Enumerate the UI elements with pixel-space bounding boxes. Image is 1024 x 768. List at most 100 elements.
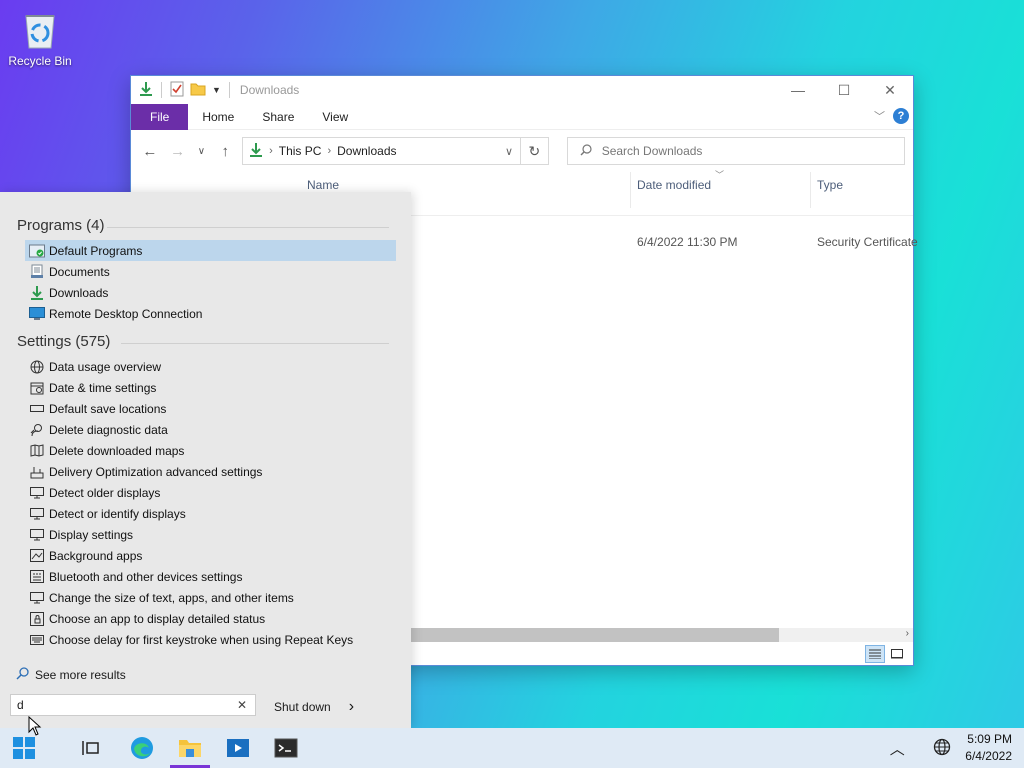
monitor-icon [28,506,45,521]
download-arrow-icon [139,81,153,100]
result-choose-app-detailed-status[interactable]: Choose an app to display detailed status [25,608,396,629]
recycle-bin-label: Recycle Bin [8,54,72,68]
back-button[interactable]: ← [139,143,161,160]
tab-home[interactable]: Home [188,104,248,130]
refresh-button[interactable]: ↻ [521,137,549,165]
start-search-input[interactable]: d ✕ [10,694,256,716]
result-background-apps[interactable]: Background apps [25,545,396,566]
details-view-button[interactable] [865,645,885,663]
remote-desktop-icon [28,306,45,321]
result-delivery-optimization[interactable]: Delivery Optimization advanced settings [25,461,396,482]
search-icon [16,667,29,683]
drive-icon [28,401,45,416]
result-repeat-keys-delay[interactable]: Choose delay for first keystroke when us… [25,629,396,650]
media-app-button[interactable] [214,728,262,768]
result-label: Remote Desktop Connection [49,306,203,321]
search-icon [580,143,592,159]
show-hidden-icons-chevron-icon[interactable]: ︿ [885,738,909,759]
recycle-bin-desktop-icon[interactable]: Recycle Bin [4,8,76,68]
group-divider [121,343,389,344]
result-default-programs[interactable]: Default Programs [25,240,396,261]
recent-locations-button[interactable]: ∨ [195,146,209,157]
search-downloads-input[interactable]: Search Downloads [566,137,905,165]
clock-time: 5:09 PM [967,732,1012,746]
task-view-button[interactable] [66,728,114,768]
see-more-results-link[interactable]: See more results [16,667,126,683]
clear-search-button[interactable]: ✕ [237,695,247,715]
result-downloads[interactable]: Downloads [25,282,396,303]
column-type[interactable]: Type [817,178,843,192]
result-delete-diagnostic-data[interactable]: Delete diagnostic data [25,419,396,440]
result-data-usage-overview[interactable]: Data usage overview [25,356,396,377]
result-remote-desktop-connection[interactable]: Remote Desktop Connection [25,303,396,324]
up-button[interactable]: ↑ [214,143,236,160]
downloads-icon [28,285,45,300]
window-title: Downloads [239,83,300,97]
horizontal-scrollbar[interactable]: › [401,628,913,642]
shut-down-label: Shut down [274,700,331,714]
download-arrow-icon [249,142,263,161]
scroll-right-arrow-icon[interactable]: › [906,628,909,639]
search-query-text: d [17,698,24,712]
file-date-modified[interactable]: 6/4/2022 11:30 PM [637,235,738,249]
result-detect-older-displays[interactable]: Detect older displays [25,482,396,503]
ribbon-tabs: File Home Share View ﹀ ? [131,103,913,130]
result-label: Change the size of text, apps, and other… [49,590,294,605]
edge-button[interactable] [118,728,166,768]
column-name[interactable]: Name [307,178,339,192]
search-placeholder: Search Downloads [601,144,703,158]
delivery-icon [28,464,45,479]
file-explorer-button[interactable] [166,728,214,768]
address-dropdown-icon[interactable]: ∨ [498,145,520,158]
edge-icon [131,737,153,759]
properties-icon[interactable] [170,81,184,100]
view-toggle [865,645,907,663]
expand-ribbon-icon[interactable]: ﹀ [874,108,885,124]
quick-access-toolbar: ▼ [139,81,232,100]
map-icon [28,443,45,458]
result-display-settings[interactable]: Display settings [25,524,396,545]
column-date-modified[interactable]: Date modified [637,178,711,192]
breadcrumb-this-pc[interactable]: This PC [279,144,322,158]
close-button[interactable]: ✕ [867,76,913,104]
result-date-time-settings[interactable]: Date & time settings [25,377,396,398]
result-label: Detect older displays [49,485,161,500]
tab-view[interactable]: View [308,104,362,130]
windows-logo-icon [13,737,35,759]
help-button[interactable]: ? [893,108,909,124]
column-divider[interactable] [810,172,811,208]
network-globe-icon[interactable] [933,738,951,759]
large-icons-view-button[interactable] [887,645,907,663]
file-type[interactable]: Security Certificate [817,235,918,249]
result-documents[interactable]: Documents [25,261,396,282]
terminal-button[interactable] [262,728,310,768]
result-change-text-size[interactable]: Change the size of text, apps, and other… [25,587,396,608]
breadcrumb-downloads[interactable]: Downloads [337,144,396,158]
shut-down-button[interactable]: Shut down › [274,698,354,716]
scrollbar-thumb[interactable] [401,628,779,642]
keyboard-icon [28,632,45,647]
customize-quick-access-icon[interactable]: ▼ [212,85,221,95]
breadcrumb-chevron-icon: › [327,145,332,157]
chevron-right-icon[interactable]: › [349,698,354,716]
forward-button[interactable]: → [167,143,189,160]
monitor-icon [28,527,45,542]
address-bar[interactable]: › This PC › Downloads ∨ [242,137,521,165]
result-delete-downloaded-maps[interactable]: Delete downloaded maps [25,440,396,461]
result-label: Data usage overview [49,359,162,374]
result-label: Date & time settings [49,380,157,395]
minimize-button[interactable]: — [775,76,821,104]
column-divider[interactable] [630,172,631,208]
tab-file[interactable]: File [131,103,189,130]
result-default-save-locations[interactable]: Default save locations [25,398,396,419]
result-detect-identify-displays[interactable]: Detect or identify displays [25,503,396,524]
tab-share[interactable]: Share [248,104,308,130]
result-label: Display settings [49,527,134,542]
system-tray: ︿ 5:09 PM 6/4/2022 [885,728,1012,768]
clock[interactable]: 5:09 PM 6/4/2022 [965,731,1012,765]
result-label: Choose an app to display detailed status [49,611,266,626]
result-bluetooth-devices-settings[interactable]: Bluetooth and other devices settings [25,566,396,587]
result-label: Documents [49,264,110,279]
maximize-button[interactable]: ☐ [821,76,867,104]
new-folder-icon[interactable] [190,82,206,99]
